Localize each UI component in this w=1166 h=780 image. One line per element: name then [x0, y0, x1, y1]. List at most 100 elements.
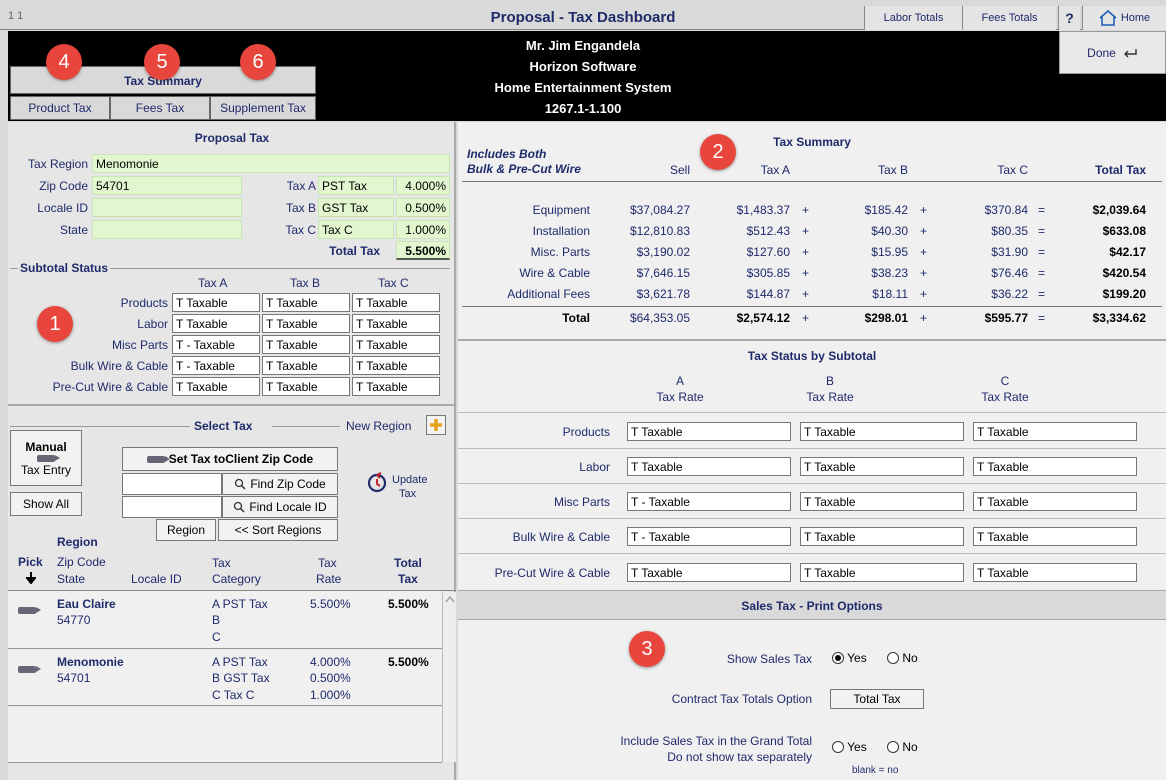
col-tax: Tax: [212, 556, 231, 570]
status-c-field[interactable]: T Taxable: [973, 457, 1137, 476]
subtotal-a-field[interactable]: T Taxable: [172, 293, 260, 312]
supplement-tax-tab[interactable]: Supplement Tax: [210, 96, 316, 120]
subtotal-c-field[interactable]: T Taxable: [352, 356, 440, 375]
fees-tax-tab[interactable]: Fees Tax: [110, 96, 210, 120]
region-name: Eau Claire: [57, 597, 116, 611]
status-b-field[interactable]: T Taxable: [800, 422, 964, 441]
find-locale-label: Find Locale ID: [249, 500, 327, 514]
region-tax-b: B GST Tax: [212, 671, 270, 685]
status-a-field[interactable]: T Taxable: [627, 563, 791, 582]
do-not-show-separately-label: Do not show tax separately: [667, 750, 812, 764]
status-b-field[interactable]: T Taxable: [800, 492, 964, 511]
locale-search-input[interactable]: [122, 496, 222, 518]
summary-total-tax-c: $595.77: [984, 311, 1028, 325]
subtotal-c-field[interactable]: T Taxable: [352, 335, 440, 354]
region-tax-b-rate: 0.500%: [310, 671, 351, 685]
subtotal-a-field[interactable]: T Taxable: [172, 377, 260, 396]
find-locale-id-button[interactable]: Find Locale ID: [222, 496, 338, 518]
help-button[interactable]: ?: [1058, 6, 1080, 30]
list-item-empty: [8, 707, 442, 763]
show-all-button[interactable]: Show All: [10, 492, 82, 516]
tax-a-rate-field[interactable]: 4.000%: [396, 176, 450, 195]
locale-id-label: Locale ID: [37, 201, 88, 215]
set-tax-client-zip-button[interactable]: Set Tax to Client Zip Code: [122, 447, 338, 471]
tax-c-rate-field[interactable]: 1.000%: [396, 220, 450, 239]
update-tax-button[interactable]: Update Tax: [362, 470, 442, 510]
status-b-field[interactable]: T Taxable: [800, 527, 964, 546]
radio-selected-icon[interactable]: [832, 652, 844, 664]
pencil-icon[interactable]: [18, 666, 41, 673]
region-list-scrollbar[interactable]: [442, 592, 456, 762]
summary-total-sell: $64,353.05: [629, 311, 690, 325]
status-col-a-sub: Tax Rate: [656, 390, 704, 404]
new-region-button[interactable]: [426, 415, 446, 435]
summary-tax-b: $18.11: [872, 287, 908, 301]
status-a-field[interactable]: T Taxable: [627, 457, 791, 476]
subtotal-b-field[interactable]: T Taxable: [262, 377, 350, 396]
radio-icon[interactable]: [887, 652, 899, 664]
region-tax-a-rate: 5.500%: [310, 597, 351, 611]
zip-code-field[interactable]: 54701: [92, 176, 242, 195]
status-c-field[interactable]: T Taxable: [973, 492, 1137, 511]
radio-icon[interactable]: [887, 741, 899, 753]
contract-tax-select[interactable]: Total Tax: [830, 689, 924, 709]
show-sales-tax-yes[interactable]: Yes: [832, 651, 867, 665]
status-row-label: Products: [562, 425, 610, 439]
subtotal-a-field[interactable]: T Taxable: [172, 314, 260, 333]
subtotal-c-field[interactable]: T Taxable: [352, 293, 440, 312]
summary-sell: $3,621.78: [636, 287, 690, 301]
tax-c-name-field[interactable]: Tax C: [318, 220, 394, 239]
sort-regions-button[interactable]: << Sort Regions: [218, 519, 338, 541]
show-sales-tax-no[interactable]: No: [887, 651, 918, 665]
region-tax-b: B: [212, 613, 221, 627]
manual-tax-entry-button[interactable]: Manual Tax Entry: [10, 430, 82, 486]
proposal-tax-title: Proposal Tax: [194, 131, 270, 145]
status-b-field[interactable]: T Taxable: [800, 457, 964, 476]
subtotal-c-field[interactable]: T Taxable: [352, 377, 440, 396]
summary-row-label: Equipment: [532, 203, 590, 217]
tax-b-rate-field[interactable]: 0.500%: [396, 198, 450, 217]
subtotal-b-field[interactable]: T Taxable: [262, 335, 350, 354]
tax-region-field[interactable]: Menomonie: [92, 154, 450, 173]
scroll-up-icon[interactable]: [445, 595, 455, 603]
state-field[interactable]: [92, 220, 242, 239]
radio-icon[interactable]: [832, 741, 844, 753]
status-b-field[interactable]: T Taxable: [800, 563, 964, 582]
summary-tax-a: $144.87: [746, 287, 790, 301]
home-button[interactable]: Home: [1082, 6, 1166, 30]
subtotal-b-field[interactable]: T Taxable: [262, 356, 350, 375]
zip-search-input[interactable]: [122, 473, 222, 495]
find-zip-code-button[interactable]: Find Zip Code: [222, 473, 338, 495]
plus-sign: +: [920, 287, 928, 301]
tax-b-name-field[interactable]: GST Tax: [318, 198, 394, 217]
include-tax-no[interactable]: No: [887, 740, 918, 754]
region-button[interactable]: Region: [156, 519, 216, 541]
status-c-field[interactable]: T Taxable: [973, 527, 1137, 546]
list-item[interactable]: Menomonie 54701 A PST Tax 4.000% B GST T…: [8, 650, 442, 706]
subtotal-a-field[interactable]: T - Taxable: [172, 356, 260, 375]
subtotal-c-field[interactable]: T Taxable: [352, 314, 440, 333]
subtotal-b-field[interactable]: T Taxable: [262, 293, 350, 312]
status-col-b: B: [825, 374, 834, 388]
labor-totals-button[interactable]: Labor Totals: [864, 6, 962, 30]
list-item[interactable]: Eau Claire 54770 A PST Tax 5.500% B C 5.…: [8, 591, 442, 649]
plus-sign: +: [802, 203, 810, 217]
locale-id-field[interactable]: [92, 198, 242, 217]
tax-a-name-field[interactable]: PST Tax: [318, 176, 394, 195]
status-a-field[interactable]: T - Taxable: [627, 527, 791, 546]
status-c-field[interactable]: T Taxable: [973, 563, 1137, 582]
status-c-field[interactable]: T Taxable: [973, 422, 1137, 441]
tax-region-label: Tax Region: [27, 157, 88, 171]
pencil-icon[interactable]: [18, 607, 41, 614]
subtotal-b-field[interactable]: T Taxable: [262, 314, 350, 333]
status-col-c-sub: Tax Rate: [981, 390, 1029, 404]
done-button[interactable]: Done: [1059, 31, 1166, 74]
pencil-icon: [37, 454, 60, 462]
product-tax-tab[interactable]: Product Tax: [10, 96, 110, 120]
fees-totals-button[interactable]: Fees Totals: [962, 6, 1056, 30]
summary-total: $2,039.64: [1092, 203, 1146, 217]
subtotal-a-field[interactable]: T - Taxable: [172, 335, 260, 354]
status-a-field[interactable]: T Taxable: [627, 422, 791, 441]
status-a-field[interactable]: T - Taxable: [627, 492, 791, 511]
include-tax-yes[interactable]: Yes: [832, 740, 867, 754]
